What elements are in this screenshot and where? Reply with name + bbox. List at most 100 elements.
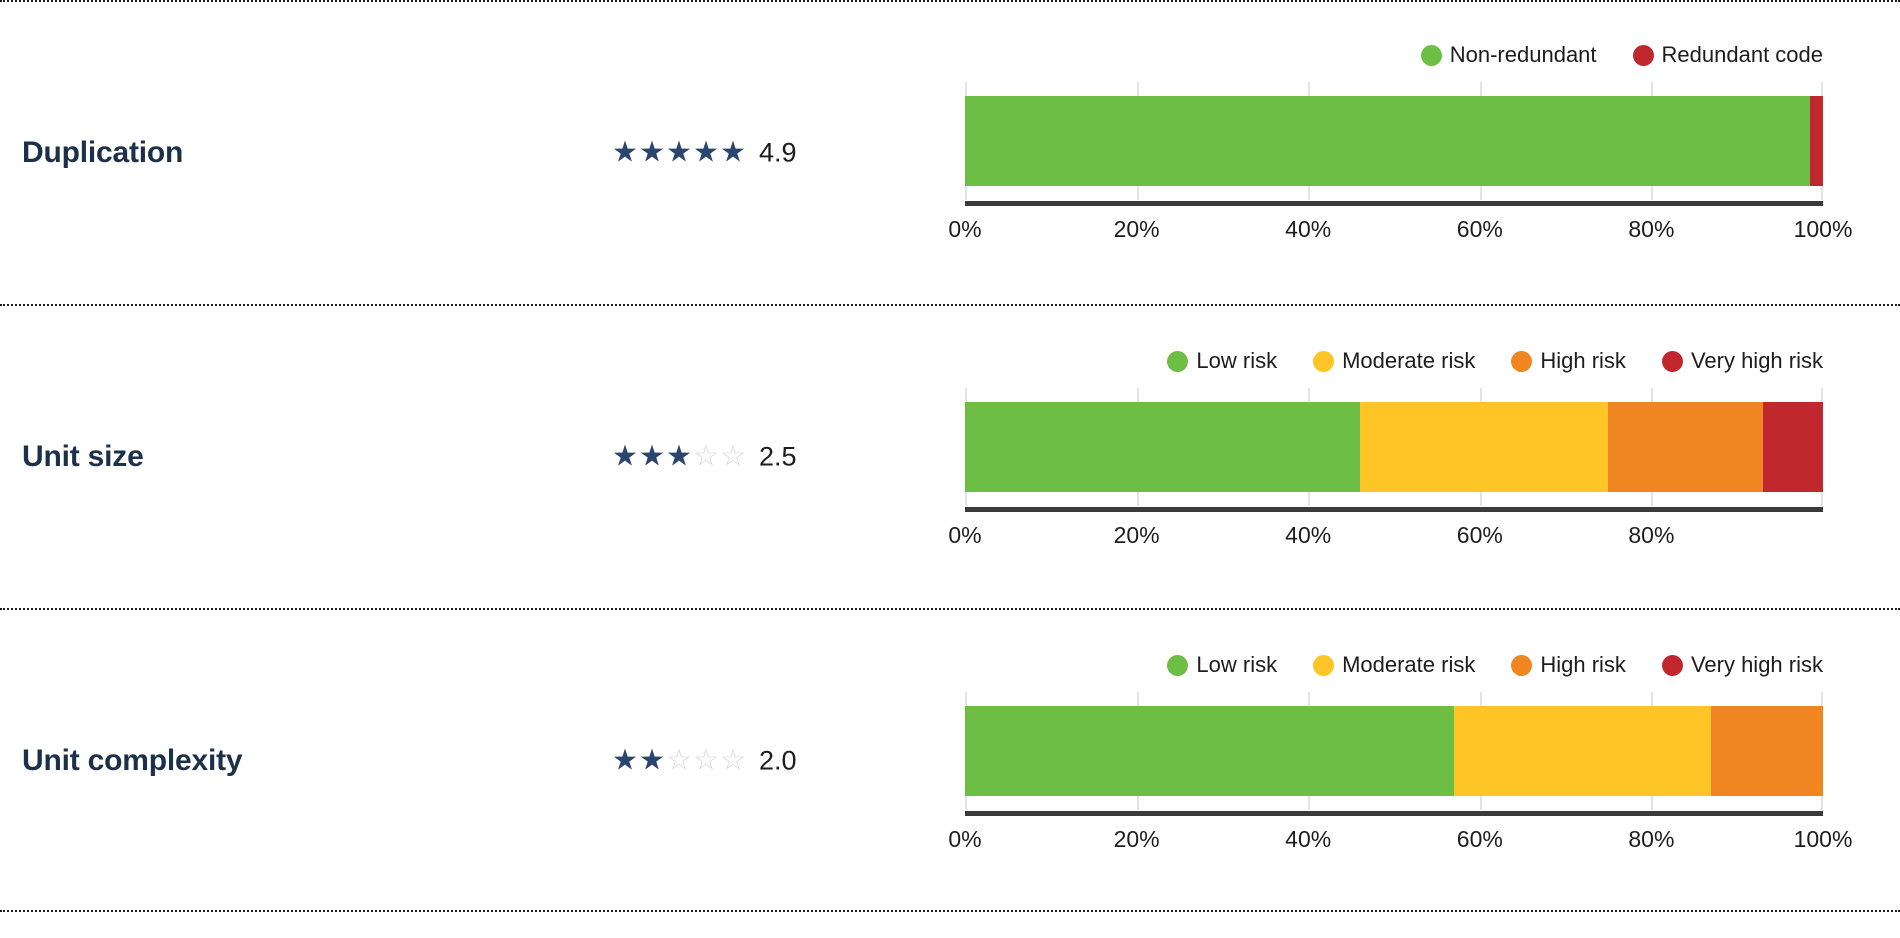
bar-segment-low-risk[interactable] <box>965 706 1455 796</box>
row-divider <box>0 910 1900 912</box>
legend-label: Moderate risk <box>1342 348 1476 373</box>
metrics-panel: Duplication ★ ★ ★ ★ ★ 4.9 Non-redundant … <box>0 0 1900 938</box>
legend-item-high-risk: High risk <box>1511 348 1626 374</box>
tick-label: 40% <box>1285 826 1332 852</box>
tick-label: 80% <box>1628 522 1675 548</box>
legend-label: Very high risk <box>1690 652 1823 677</box>
bar-segment-very-high-risk[interactable] <box>1762 402 1823 492</box>
star-icon: ★ <box>639 440 665 473</box>
legend-item-moderate-risk: Moderate risk <box>1313 348 1475 374</box>
rating-unit-size: ★ ★ ★ ☆ ☆ 2.5 <box>612 442 797 473</box>
legend-dot-icon <box>1661 350 1683 372</box>
chart-duplication: Non-redundant Redundant code 0% 20% 40% … <box>948 40 1852 252</box>
legend-label: Moderate risk <box>1342 652 1476 677</box>
legend-dot-icon <box>1313 654 1335 676</box>
tick-label: 20% <box>1113 216 1160 242</box>
x-axis-ticks: 0% 20% 40% 60% 80% 100% <box>948 826 1852 862</box>
bar-segment-low-risk[interactable] <box>965 402 1360 492</box>
legend-dot-icon <box>1313 350 1335 372</box>
bar-segment-non-redundant[interactable] <box>965 96 1811 186</box>
legend-label: Redundant code <box>1661 42 1823 67</box>
legend-label: High risk <box>1540 348 1626 373</box>
bar-segment-high-risk[interactable] <box>1608 402 1763 492</box>
star-icon: ★ <box>666 136 692 169</box>
bar-segment-redundant-code[interactable] <box>1810 96 1823 186</box>
chart-unit-complexity: Low risk Moderate risk High risk Very hi… <box>948 650 1852 862</box>
x-axis-line <box>965 201 1823 206</box>
metric-name-duplication: Duplication <box>22 136 184 169</box>
legend-item-low-risk: Low risk <box>1167 348 1277 374</box>
stacked-bar-plot <box>965 692 1823 816</box>
chart-legend: Low risk Moderate risk High risk Very hi… <box>965 346 1823 376</box>
star-icon: ★ <box>666 440 692 473</box>
star-rating: ★ ★ ★ ☆ ☆ <box>612 440 747 473</box>
star-icon: ★ <box>639 744 665 777</box>
stacked-bar[interactable] <box>965 96 1823 186</box>
star-outline-icon: ☆ <box>720 744 746 777</box>
tick-label: 80% <box>1628 216 1675 242</box>
legend-dot-icon <box>1167 350 1189 372</box>
legend-dot-icon <box>1420 44 1442 66</box>
bar-segment-moderate-risk[interactable] <box>1454 706 1712 796</box>
tick-label: 40% <box>1285 216 1332 242</box>
legend-item-high-risk: High risk <box>1511 652 1626 678</box>
legend-item-non-redundant: Non-redundant <box>1420 42 1597 68</box>
star-outline-icon: ☆ <box>720 440 746 473</box>
star-outline-icon: ☆ <box>666 744 692 777</box>
x-axis-line <box>965 811 1823 816</box>
rating-value: 4.9 <box>759 137 797 168</box>
x-axis-ticks: 0% 20% 40% 60% 80% <box>948 522 1823 558</box>
legend-item-redundant-code: Redundant code <box>1632 42 1823 68</box>
tick-label: 80% <box>1628 826 1675 852</box>
star-icon: ★ <box>693 136 719 169</box>
chart-unit-size: Low risk Moderate risk High risk Very hi… <box>948 346 1823 558</box>
legend-label: Non-redundant <box>1449 42 1597 67</box>
legend-item-low-risk: Low risk <box>1167 652 1277 678</box>
legend-item-very-high-risk: Very high risk <box>1661 652 1823 678</box>
legend-dot-icon <box>1661 654 1683 676</box>
stacked-bar-plot <box>965 388 1823 512</box>
tick-label: 60% <box>1456 826 1503 852</box>
legend-dot-icon <box>1632 44 1654 66</box>
tick-label: 100% <box>1793 216 1853 242</box>
tick-label: 0% <box>948 216 982 242</box>
legend-item-very-high-risk: Very high risk <box>1661 348 1823 374</box>
tick-label: 0% <box>948 522 982 548</box>
legend-item-moderate-risk: Moderate risk <box>1313 652 1475 678</box>
x-axis-line <box>965 507 1823 512</box>
star-icon: ★ <box>612 744 638 777</box>
metric-row: Unit complexity ★ ★ ☆ ☆ ☆ 2.0 Low risk M… <box>0 608 1900 912</box>
star-rating: ★ ★ ☆ ☆ ☆ <box>612 744 747 777</box>
stacked-bar[interactable] <box>965 402 1823 492</box>
metric-row: Duplication ★ ★ ★ ★ ★ 4.9 Non-redundant … <box>0 0 1900 304</box>
tick-label: 40% <box>1285 522 1332 548</box>
star-outline-icon: ☆ <box>693 440 719 473</box>
chart-legend: Low risk Moderate risk High risk Very hi… <box>965 650 1823 680</box>
star-icon: ★ <box>612 136 638 169</box>
rating-value: 2.0 <box>759 745 797 776</box>
metric-name-unit-complexity: Unit complexity <box>22 744 243 777</box>
star-icon: ★ <box>639 136 665 169</box>
tick-label: 60% <box>1456 216 1503 242</box>
bar-segment-moderate-risk[interactable] <box>1359 402 1609 492</box>
metric-row: Unit size ★ ★ ★ ☆ ☆ 2.5 Low risk Moderat… <box>0 304 1900 608</box>
rating-duplication: ★ ★ ★ ★ ★ 4.9 <box>612 138 797 169</box>
legend-dot-icon <box>1511 350 1533 372</box>
legend-label: Low risk <box>1196 348 1278 373</box>
rating-value: 2.5 <box>759 441 797 472</box>
legend-label: Low risk <box>1196 652 1278 677</box>
star-icon: ★ <box>720 136 746 169</box>
tick-label: 60% <box>1456 522 1503 548</box>
legend-dot-icon <box>1167 654 1189 676</box>
x-axis-ticks: 0% 20% 40% 60% 80% 100% <box>948 216 1852 252</box>
star-icon: ★ <box>612 440 638 473</box>
tick-label: 100% <box>1793 826 1853 852</box>
tick-label: 20% <box>1113 826 1160 852</box>
legend-label: Very high risk <box>1690 348 1823 373</box>
star-rating: ★ ★ ★ ★ ★ <box>612 136 747 169</box>
tick-label: 20% <box>1113 522 1160 548</box>
bar-segment-high-risk[interactable] <box>1711 706 1823 796</box>
stacked-bar[interactable] <box>965 706 1823 796</box>
chart-legend: Non-redundant Redundant code <box>965 40 1823 70</box>
tick-label: 0% <box>948 826 982 852</box>
